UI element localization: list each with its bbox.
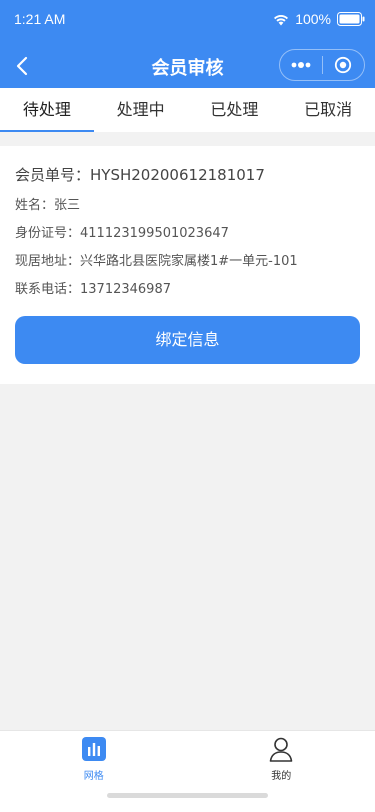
tabbar-item-grid[interactable]: 网格 [0, 731, 188, 792]
name-value: 张三 [54, 198, 81, 213]
tab-label: 待处理 [22, 100, 71, 119]
address-row: 现居地址：兴华路北县医院家属楼1#一单元-101 [15, 250, 298, 269]
name-label: 姓名： [15, 198, 55, 213]
id-number-row: 身份证号：411123199501023647 [15, 222, 229, 241]
home-indicator [107, 793, 268, 798]
tab-label: 已处理 [210, 100, 259, 119]
battery-percent: 100% [295, 11, 331, 27]
id-number-label: 身份证号： [15, 226, 81, 241]
name-row: 姓名：张三 [15, 194, 80, 213]
phone-row: 联系电话：13712346987 [15, 278, 171, 297]
close-mini-program-button[interactable] [322, 50, 364, 80]
phone-label: 联系电话： [15, 282, 81, 297]
member-record-card: 会员单号：HYSH20200612181017 姓名：张三 身份证号：41112… [0, 146, 375, 384]
tab-processing[interactable]: 处理中 [94, 88, 188, 132]
status-tabs: 待处理 处理中 已处理 已取消 [0, 88, 375, 132]
member-order-label: 会员单号： [15, 166, 91, 184]
mini-program-capsule [279, 49, 365, 81]
bottom-tab-bar: 网格 我的 [0, 730, 375, 812]
bar-chart-icon [81, 737, 106, 761]
user-icon [269, 737, 293, 762]
bind-info-button[interactable]: 绑定信息 [15, 316, 360, 364]
member-order-value: HYSH20200612181017 [90, 166, 265, 184]
more-dots-icon [291, 62, 311, 68]
app-screen: 1:21 AM 100% 会员审核 待处理 处理中 已处理 已取消 会员单号：H… [0, 0, 375, 812]
header: 1:21 AM 100% 会员审核 [0, 0, 375, 88]
battery-icon [337, 12, 365, 26]
target-circle-icon [335, 56, 352, 74]
wifi-icon [274, 14, 289, 25]
status-time: 1:21 AM [14, 11, 66, 27]
status-bar: 1:21 AM 100% [0, 0, 375, 40]
address-value: 兴华路北县医院家属楼1#一单元-101 [80, 254, 298, 269]
tabbar-item-mine[interactable]: 我的 [188, 731, 375, 792]
id-number-value: 411123199501023647 [80, 226, 229, 241]
status-indicators: 100% [273, 10, 365, 28]
phone-value: 13712346987 [80, 282, 171, 297]
active-tab-indicator [0, 130, 94, 132]
tab-label: 处理中 [116, 100, 165, 119]
tab-pending[interactable]: 待处理 [0, 88, 94, 132]
member-order-row: 会员单号：HYSH20200612181017 [15, 164, 265, 185]
tabbar-label-grid: 网格 [83, 771, 104, 782]
address-label: 现居地址： [15, 254, 81, 269]
nav-bar: 会员审核 [0, 44, 375, 88]
more-button[interactable] [280, 50, 322, 80]
tab-processed[interactable]: 已处理 [188, 88, 282, 132]
tab-label: 已取消 [304, 100, 353, 119]
tabbar-label-mine: 我的 [271, 771, 292, 782]
tab-cancelled[interactable]: 已取消 [281, 88, 375, 132]
